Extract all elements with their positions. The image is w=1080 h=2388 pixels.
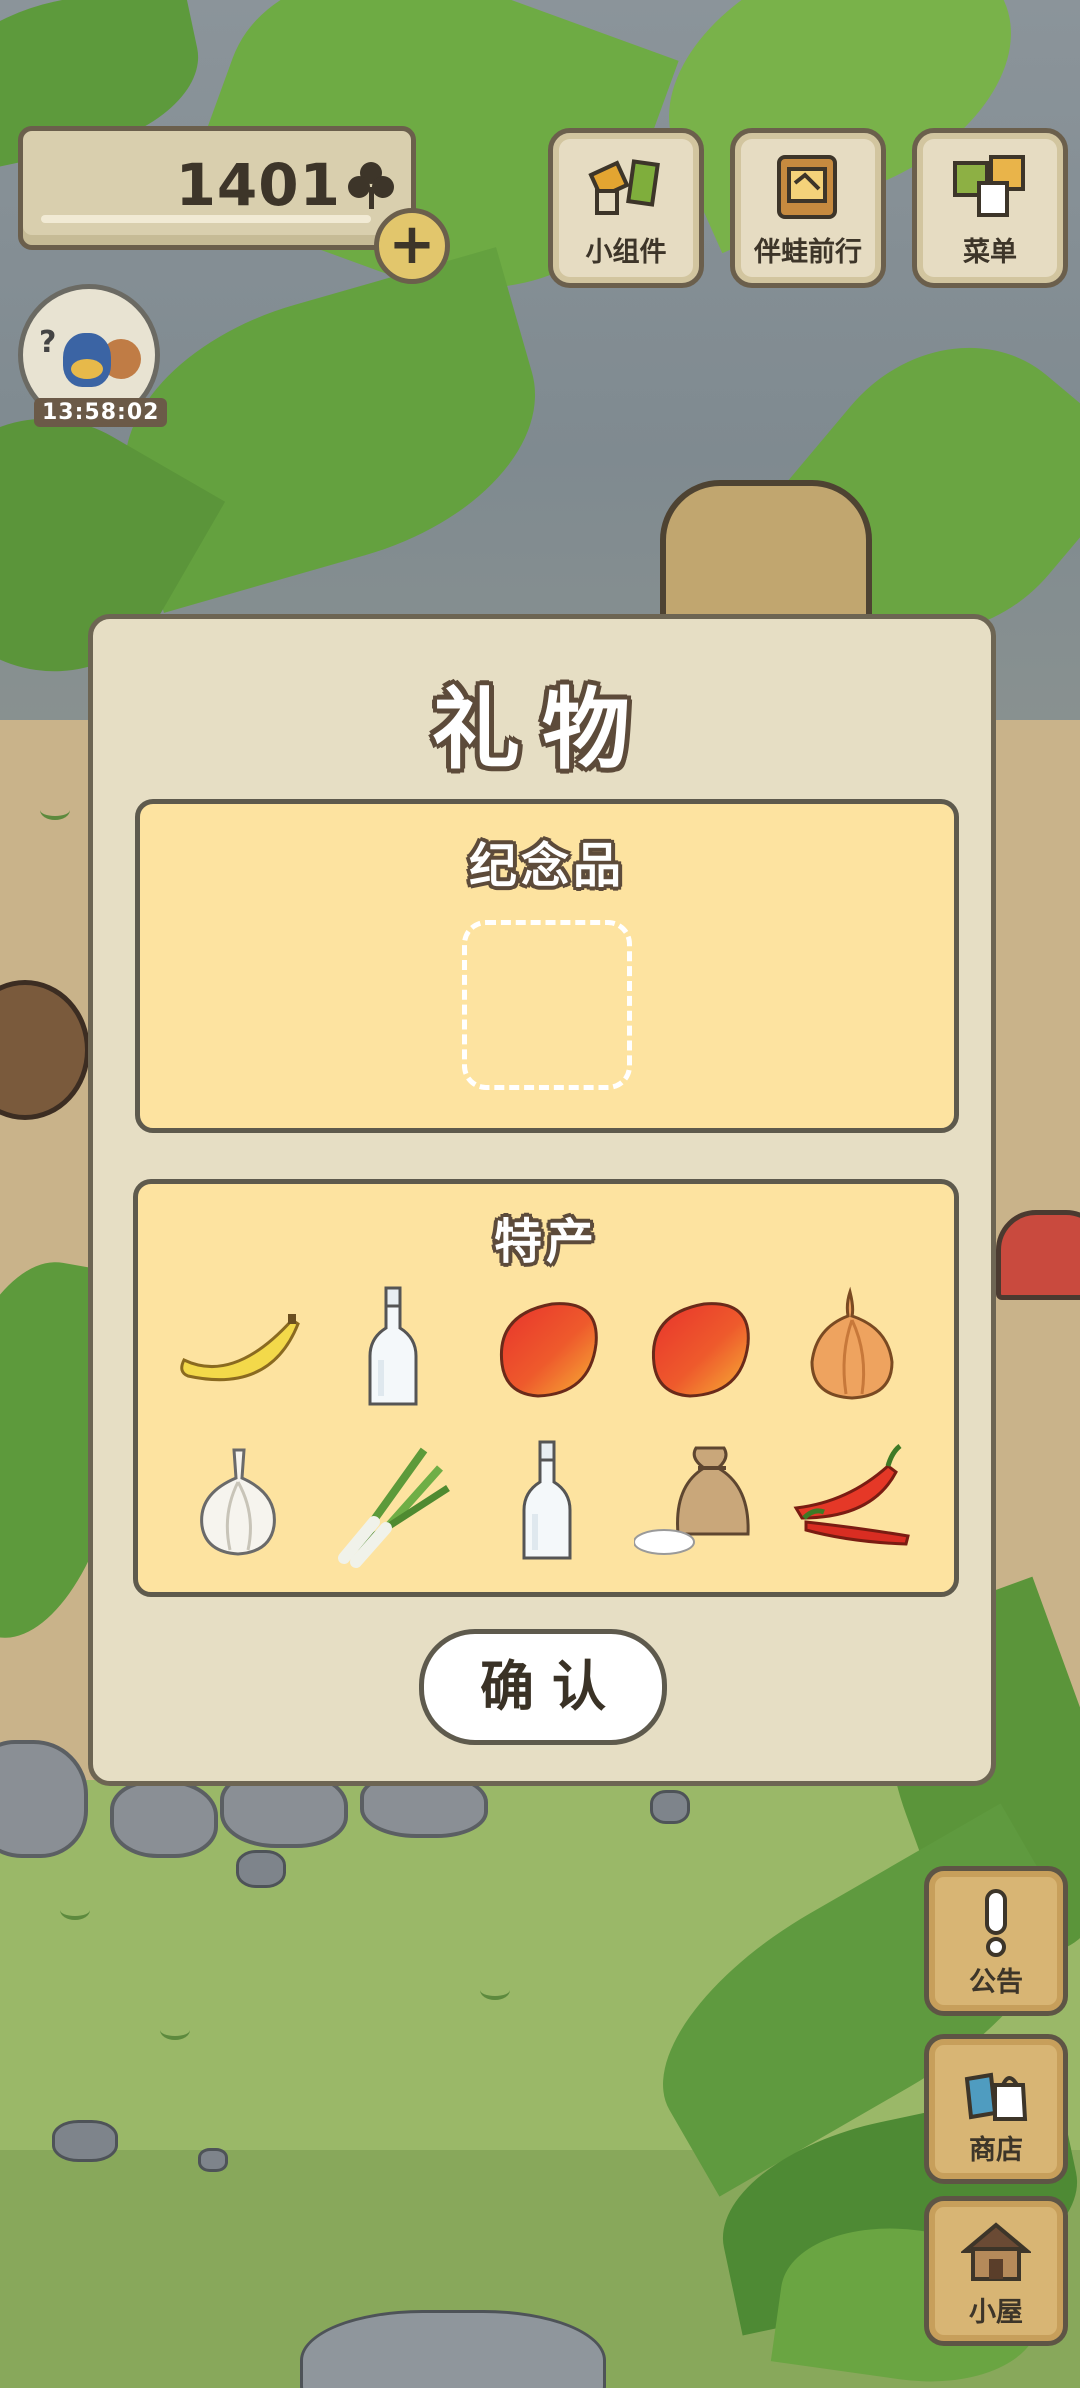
- notice-label: 公告: [969, 1967, 1023, 1998]
- clover-icon: [348, 162, 394, 209]
- scallion-icon[interactable]: [328, 1438, 458, 1568]
- onion-icon[interactable]: [788, 1284, 918, 1414]
- travel-timer: 13:58:02: [34, 398, 168, 427]
- specialty-section: 特产: [133, 1179, 959, 1597]
- banana-icon[interactable]: [174, 1284, 304, 1414]
- travel-journal-label: 伴蛙前行: [754, 237, 862, 268]
- question-icon: ?: [39, 325, 57, 360]
- widget-button[interactable]: 小组件: [548, 128, 704, 288]
- souvenir-empty-slot: [462, 920, 632, 1090]
- specialty-title: 特产: [493, 1214, 598, 1270]
- grass-tuft: [40, 800, 70, 820]
- shop-bags-icon: [964, 2072, 1028, 2121]
- house-label: 小屋: [969, 2297, 1023, 2328]
- house-icon: [961, 2222, 1031, 2281]
- mango-icon[interactable]: [634, 1284, 764, 1414]
- glass-bottle-icon[interactable]: [328, 1284, 458, 1414]
- menu-label: 菜单: [963, 237, 1017, 268]
- bar-highlight: [41, 215, 371, 223]
- souvenir-section: 纪念品: [135, 799, 959, 1133]
- exclamation-icon: [985, 1889, 1007, 1957]
- garlic-icon[interactable]: [174, 1438, 304, 1568]
- pebble: [650, 1790, 690, 1824]
- shop-label: 商店: [969, 2135, 1023, 2166]
- house-button[interactable]: 小屋: [924, 2196, 1068, 2346]
- mango-icon[interactable]: [482, 1284, 612, 1414]
- clover-count: 1401: [175, 151, 341, 219]
- boulder: [110, 1780, 218, 1858]
- travel-journal-button[interactable]: 伴蛙前行: [730, 128, 886, 288]
- add-clover-button[interactable]: +: [374, 208, 450, 284]
- game-screen: 1401 + ? 13:58:02 小组件 伴蛙前行 菜单 礼物 纪念品 特产 …: [0, 0, 1080, 2388]
- pebble: [198, 2148, 228, 2172]
- pebble: [52, 2120, 118, 2162]
- dialog-title: 礼物: [431, 678, 652, 781]
- shop-button[interactable]: 商店: [924, 2034, 1068, 2184]
- menu-icon: [953, 155, 1025, 217]
- souvenir-title: 纪念品: [468, 838, 625, 894]
- grass-tuft: [480, 1980, 510, 2000]
- frog-icon: [63, 333, 111, 387]
- confirm-button[interactable]: 确认: [419, 1629, 667, 1745]
- pebble: [300, 2310, 606, 2388]
- gift-dialog: 礼物 纪念品 特产 确认: [88, 614, 996, 1786]
- grass-tuft: [160, 2020, 190, 2040]
- mailbox: [996, 1210, 1080, 1300]
- widget-label: 小组件: [585, 237, 667, 268]
- frog-house-window: [660, 480, 872, 632]
- rice-sack-icon[interactable]: [633, 1438, 764, 1568]
- notice-button[interactable]: 公告: [924, 1866, 1068, 2016]
- pebble: [236, 1850, 286, 1888]
- grass-tuft: [60, 1900, 90, 1920]
- chili-pepper-icon[interactable]: [788, 1438, 918, 1568]
- travel-journal-icon: [777, 155, 837, 219]
- clover-counter: 1401: [18, 126, 416, 250]
- menu-button[interactable]: 菜单: [912, 128, 1068, 288]
- widget-icon: [588, 159, 660, 215]
- glass-bottle-icon[interactable]: [482, 1438, 612, 1568]
